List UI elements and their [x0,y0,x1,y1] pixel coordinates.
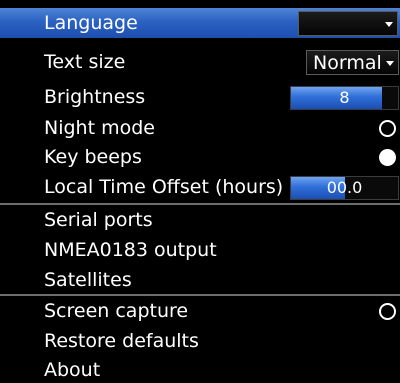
chevron-down-icon [385,22,393,27]
time-offset-slider[interactable]: 00.0 [290,176,399,200]
menu-item-satellites[interactable]: Satellites [0,265,400,295]
screen-capture-radio[interactable] [379,303,396,320]
menu-item-local-time-offset[interactable]: Local Time Offset (hours) 00.0 [0,172,400,202]
key-beeps-radio[interactable] [379,149,396,166]
time-offset-label: Local Time Offset (hours) [44,176,284,198]
night-mode-label: Night mode [44,117,155,139]
brightness-slider[interactable]: 8 [290,86,399,110]
brightness-label: Brightness [44,86,146,108]
about-label: About [44,359,101,381]
settings-menu: Language Text size Normal Brightness 8 N… [0,0,400,383]
menu-item-screen-capture[interactable]: Screen capture [0,296,400,326]
language-label: Language [44,12,138,34]
menu-item-serial-ports[interactable]: Serial ports [0,205,400,235]
menu-item-about[interactable]: About [0,355,400,383]
text-size-dropdown[interactable]: Normal [306,50,399,75]
text-size-label: Text size [44,51,126,73]
language-dropdown[interactable] [298,11,398,36]
key-beeps-label: Key beeps [44,146,142,168]
menu-item-key-beeps[interactable]: Key beeps [0,142,400,172]
menu-item-restore-defaults[interactable]: Restore defaults [0,326,400,356]
text-size-value: Normal [313,52,382,74]
menu-item-text-size[interactable]: Text size Normal [0,47,400,77]
time-offset-value: 00.0 [326,178,363,197]
serial-ports-label: Serial ports [44,209,153,231]
chevron-down-icon [386,61,394,66]
menu-item-nmea-output[interactable]: NMEA0183 output [0,235,400,265]
menu-item-language[interactable]: Language [0,8,400,38]
night-mode-radio[interactable] [379,120,396,137]
satellites-label: Satellites [44,269,132,291]
screen-capture-label: Screen capture [44,300,189,322]
brightness-value: 8 [339,88,350,107]
nmea-output-label: NMEA0183 output [44,239,217,261]
menu-item-night-mode[interactable]: Night mode [0,113,400,143]
menu-item-brightness[interactable]: Brightness 8 [0,82,400,112]
restore-defaults-label: Restore defaults [44,330,199,352]
